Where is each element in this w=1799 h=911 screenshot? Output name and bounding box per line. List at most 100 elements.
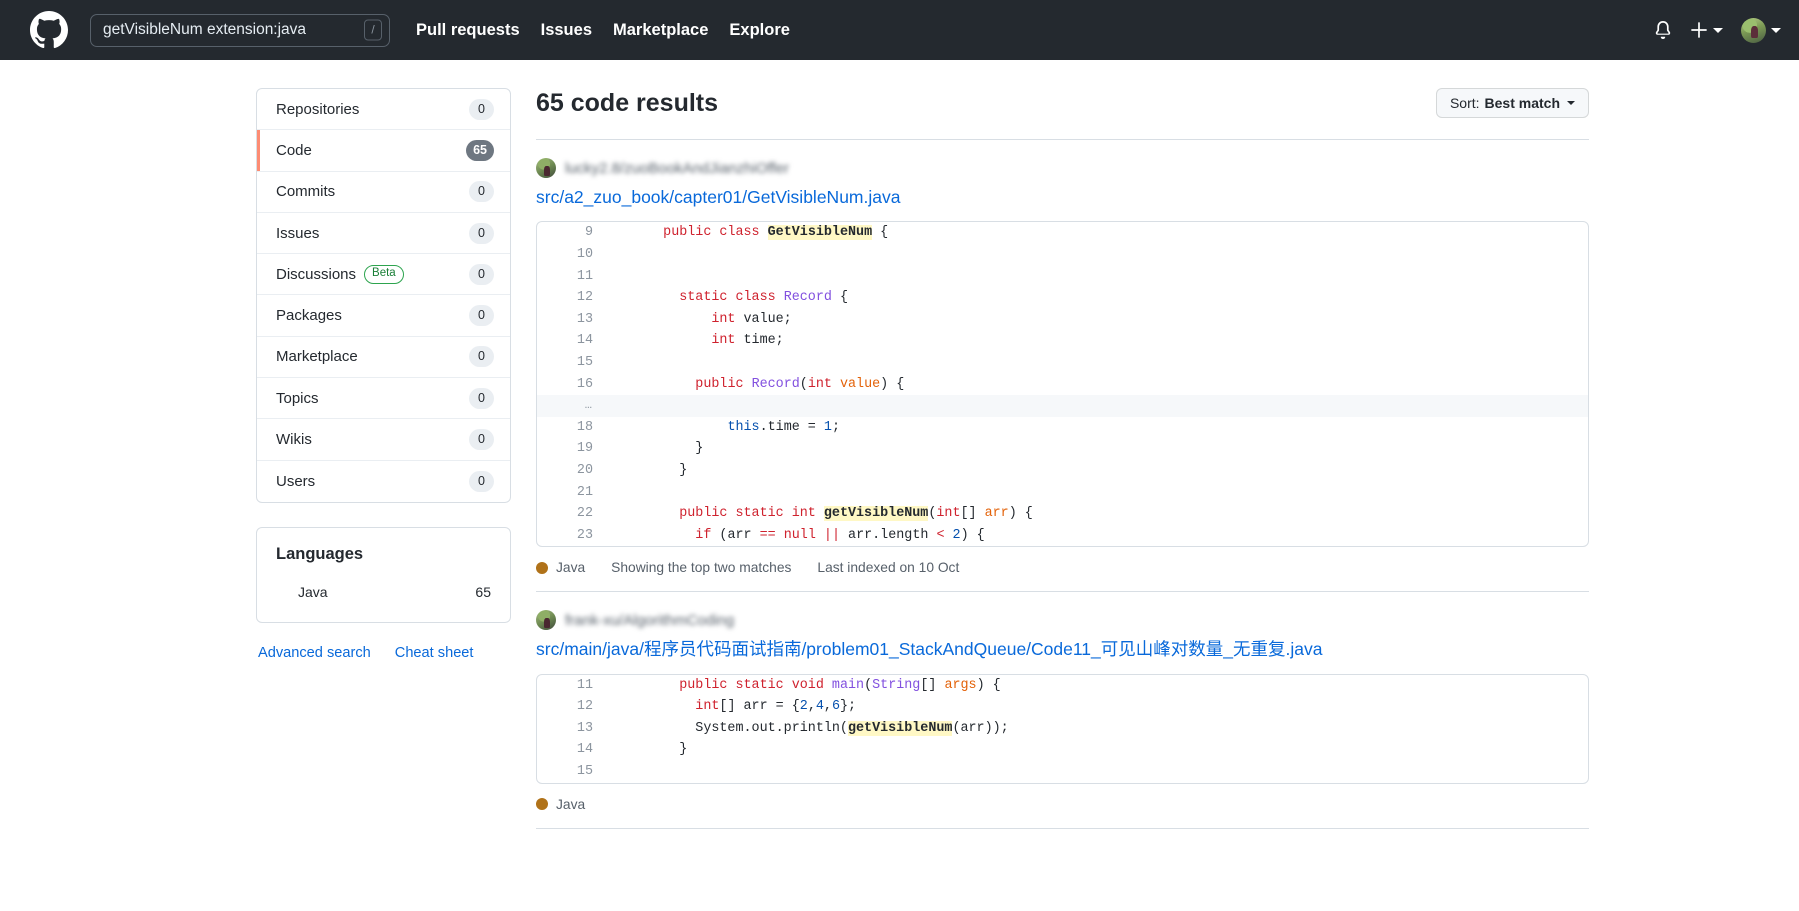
file-path-link[interactable]: src/main/java/程序员代码面试指南/problem01_StackA… bbox=[536, 637, 1589, 662]
cheat-sheet-link[interactable]: Cheat sheet bbox=[395, 645, 474, 661]
code-line: 12 static class Record { bbox=[537, 287, 1588, 309]
results-header: 65 code results Sort: Best match bbox=[536, 88, 1589, 118]
language-color-dot bbox=[536, 561, 548, 574]
chevron-down-icon[interactable] bbox=[1771, 27, 1781, 33]
page-title: 65 code results bbox=[536, 89, 719, 117]
sidebar-item-count: 0 bbox=[469, 222, 494, 244]
line-content: static class Record { bbox=[679, 290, 848, 306]
line-content bbox=[609, 352, 631, 374]
line-number: 11 bbox=[576, 268, 593, 284]
sidebar-item-label: Discussions bbox=[276, 265, 357, 283]
nav-explore[interactable]: Explore bbox=[729, 21, 790, 40]
repository-name[interactable]: frank-xu/AlgorithmCoding bbox=[565, 612, 734, 629]
sidebar-item-discussions[interactable]: Discussions Beta 0 bbox=[257, 254, 510, 296]
line-number: 20 bbox=[576, 462, 593, 478]
line-content: int time; bbox=[711, 333, 784, 349]
results-list: lucky2.8/zuoBookAndJianzhiOffer src/a2_zu… bbox=[536, 140, 1589, 829]
code-line: 15 bbox=[537, 761, 1588, 783]
line-number: 9 bbox=[584, 225, 593, 241]
sidebar-item-label: Users bbox=[276, 472, 316, 490]
code-line: 11 bbox=[537, 266, 1588, 288]
result-meta: Java Showing the top two matches Last inde… bbox=[536, 560, 1589, 575]
code-line: 9 public class GetVisibleNum { bbox=[537, 222, 1588, 244]
code-line: 15 bbox=[537, 352, 1588, 374]
file-path-link[interactable]: src/a2_zuo_book/capter01/GetVisibleNum.j… bbox=[536, 185, 1589, 210]
bell-icon[interactable] bbox=[1654, 21, 1672, 39]
sidebar-item-topics[interactable]: Topics 0 bbox=[257, 378, 510, 420]
line-number: 11 bbox=[576, 677, 593, 693]
sidebar-item-repositories[interactable]: Repositories 0 bbox=[257, 89, 510, 131]
line-number: 16 bbox=[576, 376, 593, 392]
user-menu[interactable] bbox=[1741, 17, 1781, 43]
line-number: 23 bbox=[576, 527, 593, 543]
line-number: 15 bbox=[576, 354, 593, 370]
sidebar-item-users[interactable]: Users 0 bbox=[257, 461, 510, 502]
line-number: 18 bbox=[576, 419, 593, 435]
result-language: Java bbox=[536, 560, 585, 575]
sidebar-item-wikis[interactable]: Wikis 0 bbox=[257, 419, 510, 461]
plus-icon[interactable] bbox=[1690, 21, 1708, 39]
code-line: 22 public static int getVisibleNum(int[]… bbox=[537, 503, 1588, 525]
nav-marketplace[interactable]: Marketplace bbox=[613, 21, 708, 40]
code-result: lucky2.8/zuoBookAndJianzhiOffer src/a2_zu… bbox=[536, 140, 1589, 593]
sort-button[interactable]: Sort: Best match bbox=[1435, 88, 1589, 118]
sidebar-item-commits[interactable]: Commits 0 bbox=[257, 172, 510, 213]
search-type-nav: Repositories 0 Code 65 Commits 0 Issues 0 Discus… bbox=[256, 88, 511, 503]
github-mark-icon[interactable] bbox=[30, 11, 68, 49]
sidebar-item-label: Marketplace bbox=[276, 348, 358, 366]
line-content: } bbox=[631, 462, 688, 478]
sidebar-item-code[interactable]: Code 65 bbox=[257, 130, 510, 172]
code-line: 13 System.out.println(getVisibleNum(arr)… bbox=[537, 718, 1588, 740]
sort-prefix-label: Sort: bbox=[1449, 95, 1480, 111]
code-line: 14 int time; bbox=[537, 330, 1588, 352]
primary-nav: Pull requests Issues Marketplace Explore bbox=[416, 21, 790, 40]
search-input[interactable] bbox=[90, 13, 390, 47]
sidebar-item-count: 0 bbox=[469, 387, 494, 409]
code-snippet: 11 public static void main(String[] args… bbox=[536, 673, 1589, 784]
line-number: 12 bbox=[576, 699, 593, 715]
repository-name[interactable]: lucky2.8/zuoBookAndJianzhiOffer bbox=[565, 160, 789, 177]
line-content: if (arr == null || arr.length < 2) { bbox=[695, 527, 985, 543]
code-result: frank-xu/AlgorithmCoding src/main/java/程序… bbox=[536, 592, 1589, 829]
advanced-search-link[interactable]: Advanced search bbox=[258, 645, 371, 661]
line-number: 13 bbox=[576, 720, 593, 736]
result-language: Java bbox=[536, 797, 585, 812]
languages-title: Languages bbox=[276, 544, 364, 563]
sidebar-item-label: Packages bbox=[276, 307, 342, 325]
code-line: 16 public Record(int value) { bbox=[537, 374, 1588, 396]
result-match-count: Showing the top two matches bbox=[611, 560, 792, 576]
sidebar-item-count: 0 bbox=[469, 429, 494, 451]
create-new-menu[interactable] bbox=[1690, 21, 1723, 39]
chevron-down-icon[interactable] bbox=[1713, 27, 1723, 33]
sidebar-item-count: 0 bbox=[469, 470, 494, 492]
line-number: 13 bbox=[576, 311, 593, 327]
code-line: 10 bbox=[537, 244, 1588, 266]
beta-badge: Beta bbox=[364, 264, 404, 284]
line-content: this.time = 1; bbox=[727, 419, 840, 435]
header-actions bbox=[1654, 17, 1781, 43]
sidebar-item-packages[interactable]: Packages 0 bbox=[257, 295, 510, 337]
nav-pull-requests[interactable]: Pull requests bbox=[416, 21, 520, 40]
sidebar-item-label: Repositories bbox=[276, 100, 360, 118]
code-line: 18 this.time = 1; bbox=[537, 417, 1588, 439]
code-snippet: 9 public class GetVisibleNum {10 11 12 sta… bbox=[536, 221, 1589, 548]
sort-value-label: Best match bbox=[1484, 95, 1560, 111]
line-content: public static void main(String[] args) { bbox=[679, 677, 1001, 693]
language-row[interactable]: Java 65 bbox=[276, 584, 491, 600]
line-number: 22 bbox=[576, 506, 593, 522]
line-number: 21 bbox=[576, 484, 593, 500]
sidebar-item-count: 65 bbox=[466, 139, 494, 161]
search-results-main: 65 code results Sort: Best match lucky2.… bbox=[511, 88, 1799, 829]
user-avatar[interactable] bbox=[1741, 17, 1766, 43]
code-line: … bbox=[537, 395, 1588, 417]
global-search[interactable]: / bbox=[90, 13, 390, 47]
line-content: int value; bbox=[711, 311, 792, 327]
language-color-dot bbox=[536, 798, 548, 811]
nav-issues[interactable]: Issues bbox=[541, 21, 592, 40]
line-content bbox=[609, 266, 631, 288]
line-number: 15 bbox=[576, 764, 593, 780]
line-number: 12 bbox=[576, 290, 593, 306]
repo-owner-avatar bbox=[536, 158, 556, 178]
sidebar-item-issues[interactable]: Issues 0 bbox=[257, 213, 510, 255]
sidebar-item-marketplace[interactable]: Marketplace 0 bbox=[257, 337, 510, 379]
